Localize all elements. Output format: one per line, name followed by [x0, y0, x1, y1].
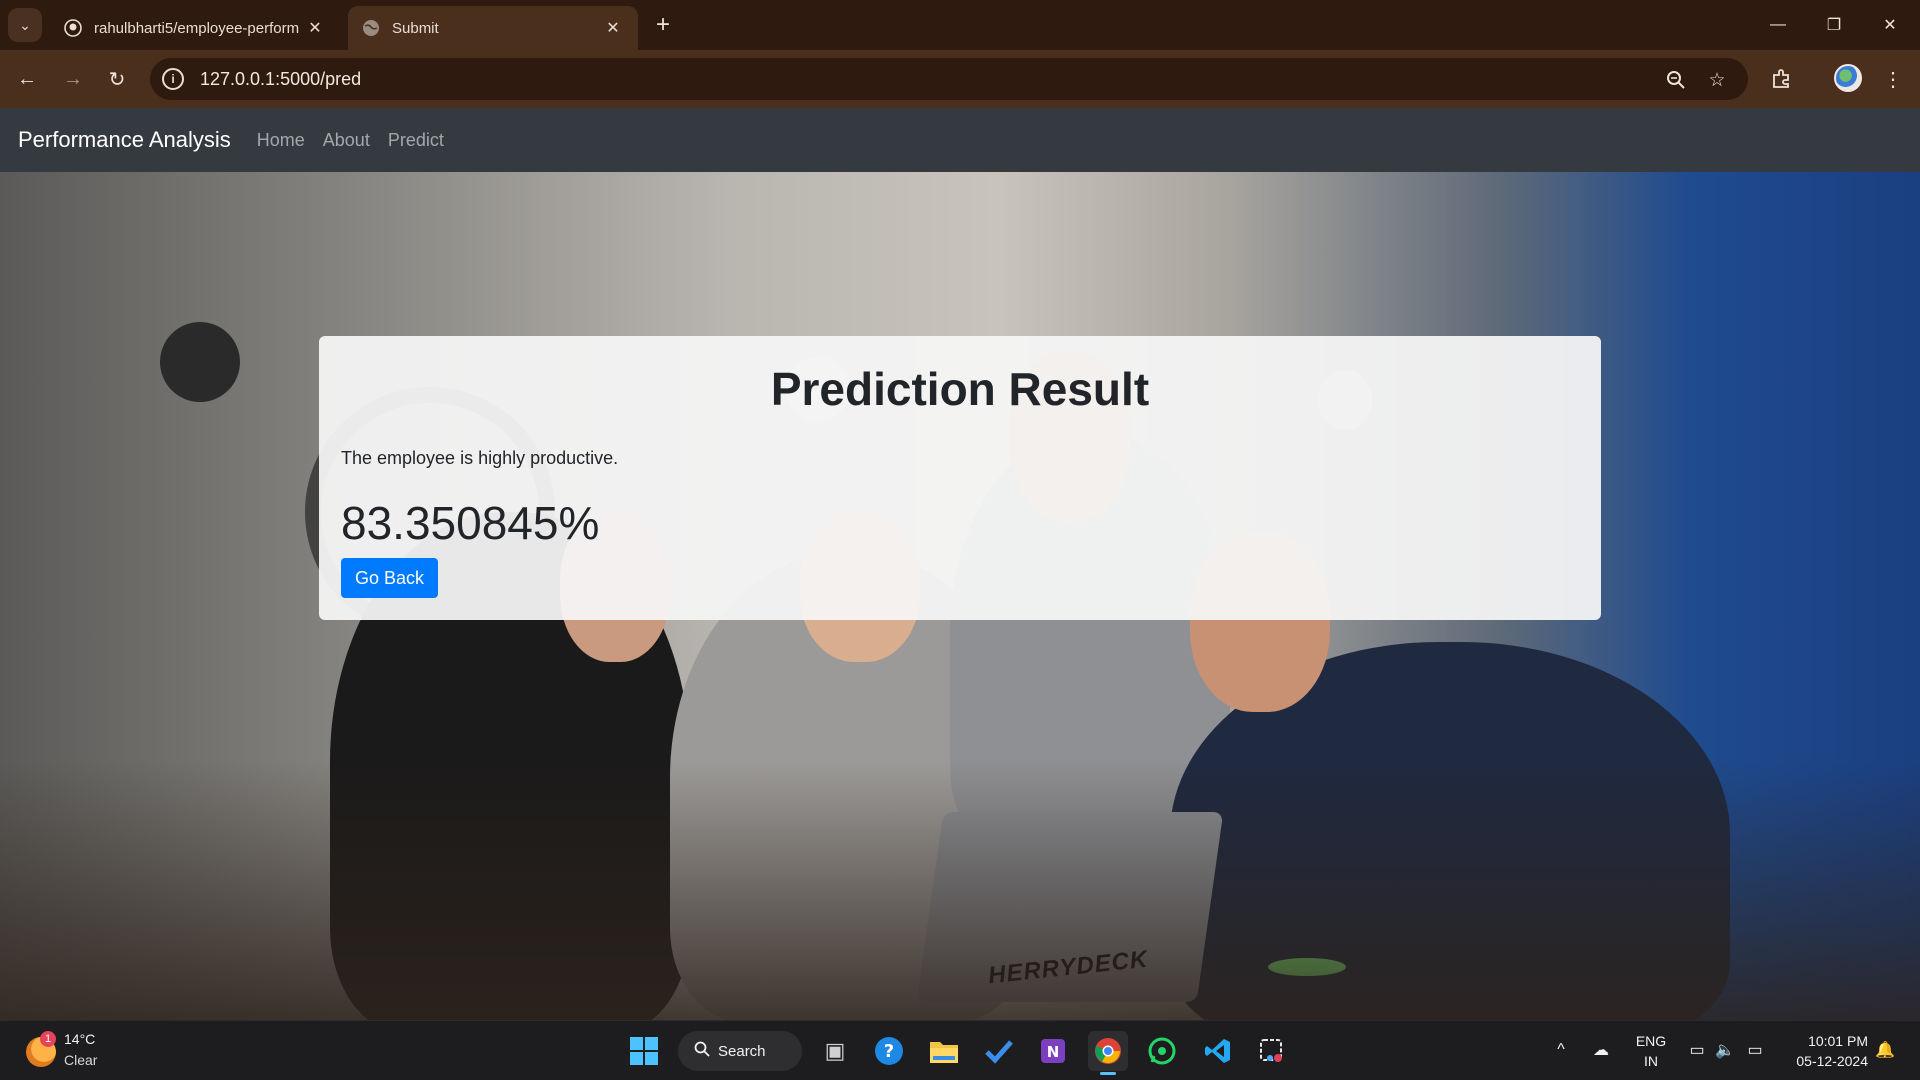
floor-shadow	[0, 760, 1920, 1020]
web-page: Performance Analysis Home About Predict …	[0, 108, 1920, 1020]
prediction-result-card: Prediction Result The employee is highly…	[319, 336, 1601, 620]
navbar-brand[interactable]: Performance Analysis	[18, 127, 231, 153]
whatsapp-icon[interactable]	[1142, 1031, 1182, 1071]
tab-title: Submit	[392, 19, 439, 37]
back-arrow-icon[interactable]: ←	[10, 62, 44, 96]
result-message: The employee is highly productive.	[341, 448, 619, 468]
go-back-button[interactable]: Go Back	[341, 558, 439, 598]
volume-icon[interactable]: 🔈	[1714, 1039, 1736, 1061]
clock-time: 10:01 PM	[1808, 1033, 1868, 1049]
file-explorer-icon[interactable]	[924, 1031, 964, 1071]
notification-bell-icon[interactable]: 🔔	[1874, 1039, 1896, 1061]
nav-link-predict[interactable]: Predict	[388, 130, 444, 151]
zoom-icon[interactable]	[1664, 68, 1688, 92]
snipping-tool-icon[interactable]	[1252, 1031, 1292, 1071]
tab-title: rahulbharti5/employee-perform	[94, 19, 300, 37]
language-region: IN	[1644, 1053, 1658, 1069]
new-tab-button[interactable]: +	[648, 10, 678, 40]
system-clock[interactable]: 10:01 PM 05-12-2024	[1780, 1031, 1868, 1071]
help-icon[interactable]: ?	[869, 1031, 909, 1071]
weather-notification-badge: 1	[40, 1031, 56, 1047]
onedrive-cloud-icon[interactable]: ☁	[1590, 1039, 1612, 1061]
tab-submit[interactable]: Submit ✕	[348, 6, 638, 50]
tab-github[interactable]: rahulbharti5/employee-perform ✕	[50, 6, 340, 50]
wall-dot	[160, 322, 240, 402]
language-code: ENG	[1635, 1033, 1667, 1049]
result-percentage: 83.350845%	[341, 497, 600, 549]
weather-temperature[interactable]: 14°C	[64, 1031, 95, 1047]
forward-arrow-icon[interactable]: →	[56, 62, 90, 96]
site-info-icon[interactable]: i	[162, 68, 184, 90]
chrome-icon[interactable]	[1088, 1031, 1128, 1075]
windows-logo-icon	[630, 1037, 658, 1065]
browser-tab-strip: ⌄ rahulbharti5/employee-perform ✕ Submit…	[0, 0, 1920, 50]
tab-search-button[interactable]: ⌄	[8, 8, 42, 42]
nav-link-about[interactable]: About	[323, 130, 370, 151]
extensions-icon[interactable]	[1764, 62, 1798, 96]
nav-link-home[interactable]: Home	[257, 130, 305, 151]
more-menu-icon[interactable]: ⋮	[1876, 62, 1910, 96]
search-label: Search	[718, 1042, 766, 1060]
taskbar-search[interactable]: Search	[678, 1031, 802, 1071]
site-navbar: Performance Analysis Home About Predict	[0, 108, 1920, 172]
reload-icon[interactable]: ↻	[100, 62, 134, 96]
github-icon	[64, 19, 82, 37]
battery-icon[interactable]: ▭	[1744, 1039, 1766, 1061]
close-window-icon[interactable]: ✕	[1862, 0, 1918, 50]
browser-toolbar: ← → ↻ i 127.0.0.1:5000/pred ☆ ⋮	[0, 50, 1920, 108]
svg-text:?: ?	[884, 1041, 894, 1062]
chevron-up-icon[interactable]: ^	[1550, 1039, 1572, 1061]
language-indicator[interactable]: ENG IN	[1634, 1031, 1668, 1071]
vscode-icon[interactable]	[1198, 1031, 1238, 1071]
restore-window-icon[interactable]: ❐	[1806, 0, 1862, 50]
address-url[interactable]: 127.0.0.1:5000/pred	[200, 69, 361, 90]
minimize-window-icon[interactable]: —	[1750, 0, 1806, 50]
clock-date: 05-12-2024	[1796, 1053, 1868, 1069]
close-tab-icon[interactable]: ✕	[602, 17, 624, 39]
todo-icon[interactable]	[979, 1031, 1019, 1071]
svg-text:N: N	[1047, 1043, 1060, 1061]
globe-icon	[362, 19, 380, 37]
address-bar[interactable]: i 127.0.0.1:5000/pred ☆	[150, 58, 1748, 100]
weather-condition[interactable]: Clear	[64, 1052, 97, 1068]
start-button[interactable]	[624, 1031, 664, 1071]
windows-taskbar: 1 14°C Clear Search ▣ ? N ^ ☁ ENG IN ▭ 🔈…	[0, 1020, 1920, 1080]
network-icon[interactable]: ▭	[1686, 1039, 1708, 1061]
task-view-icon[interactable]: ▣	[815, 1031, 855, 1071]
profile-avatar[interactable]	[1834, 64, 1862, 92]
bookmark-star-icon[interactable]: ☆	[1705, 68, 1729, 92]
onenote-icon[interactable]: N	[1033, 1031, 1073, 1071]
close-tab-icon[interactable]: ✕	[304, 17, 326, 39]
result-heading: Prediction Result	[770, 363, 1150, 415]
search-icon	[694, 1041, 710, 1062]
